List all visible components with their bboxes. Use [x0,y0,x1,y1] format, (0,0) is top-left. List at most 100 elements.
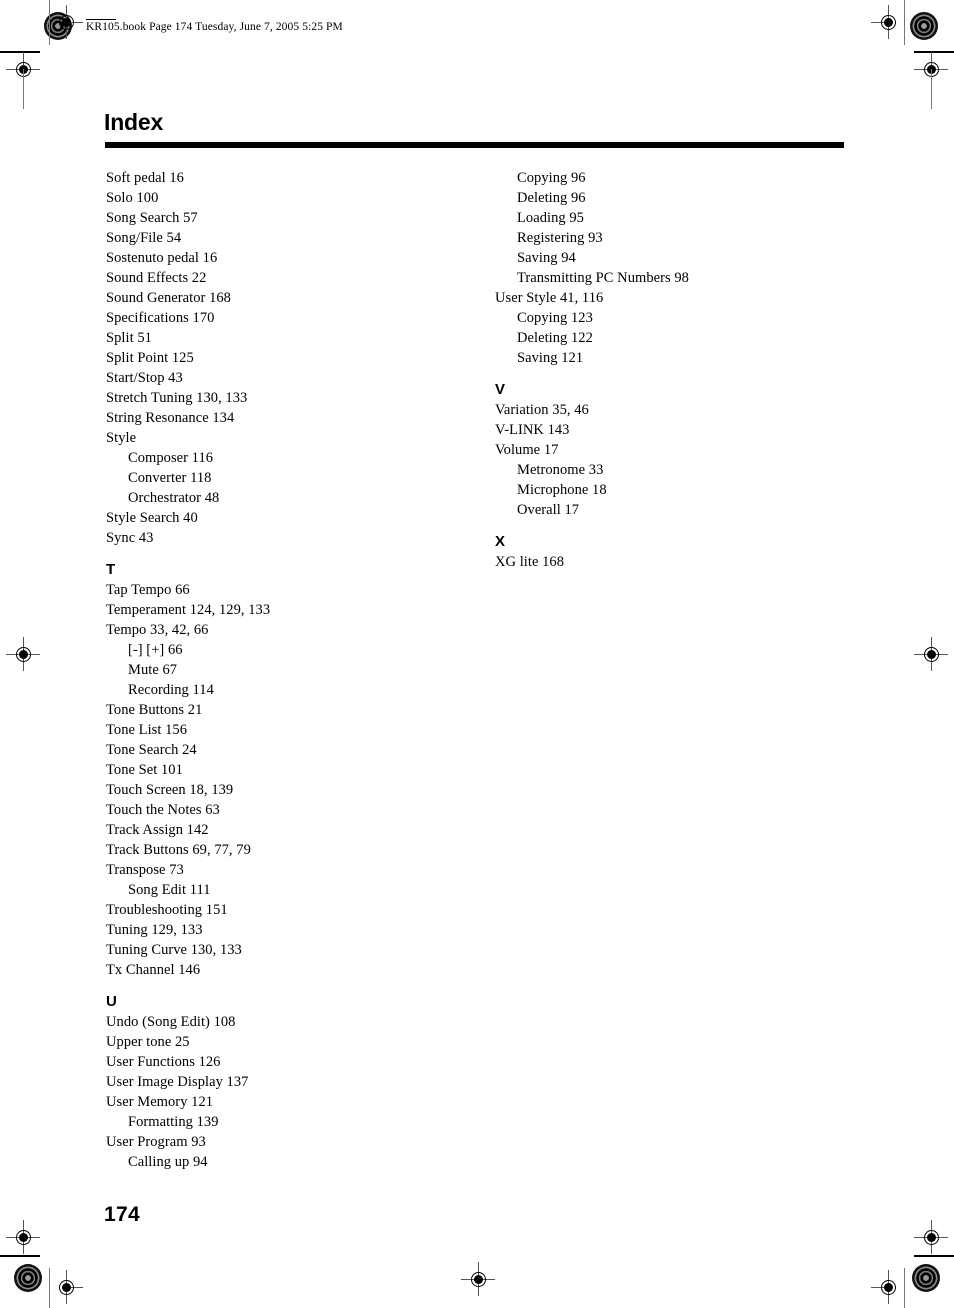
trim-bar-bottom-left [0,1255,40,1257]
index-subentry: Overall 17 [517,502,580,518]
trim-bar-top-right [914,51,954,53]
registration-target-bottom-right [912,1264,940,1292]
index-subentry: Composer 116 [128,450,214,466]
index-subentry: [-] [+] 66 [128,642,183,658]
index-entry: Tone List 156 [106,722,187,738]
index-entry: Volume 17 [495,442,559,458]
index-entry: Sound Generator 168 [106,290,231,306]
index-entry: Solo 100 [106,190,159,206]
section-letter-v: V [495,381,506,398]
index-entry: Song/File 54 [106,230,182,246]
index-entry: User Program 93 [106,1134,206,1150]
index-entry: User Functions 126 [106,1054,221,1070]
title-rule [105,142,844,148]
index-entry: Transpose 73 [106,862,184,878]
page-title: Index [104,109,164,135]
registration-crosshair-top-right [871,5,905,39]
index-entry: Tap Tempo 66 [106,582,190,598]
index-entry: Tone Search 24 [106,742,197,758]
registration-crosshair-left-middle [6,637,40,671]
index-entry: Upper tone 25 [106,1034,190,1050]
registration-crosshair-right-middle [914,637,948,671]
index-entry: XG lite 168 [495,554,565,570]
index-entry: Soft pedal 16 [106,170,184,186]
index-entry: Style [106,430,137,446]
index-column-left: Soft pedal 16 Solo 100 Song Search 57 Song/… [106,168,466,1172]
index-subentry: Copying 96 [517,170,586,186]
registration-crosshair-right-upper [914,52,948,86]
index-subentry: Orchestrator 48 [128,490,220,506]
registration-target-top-left [44,12,72,40]
index-entry: Touch Screen 18, 139 [106,782,234,798]
index-entry: Sync 43 [106,530,154,546]
index-entry: String Resonance 134 [106,410,235,426]
index-entry: User Memory 121 [106,1094,214,1110]
index-entry: User Style 41, 116 [495,290,604,306]
index-entry: User Image Display 137 [106,1074,249,1090]
index-column-right: Copying 96 Deleting 96 Loading 95 Registeri… [495,168,855,572]
index-subentry: Song Edit 111 [128,882,211,898]
index-entry: Style Search 40 [106,510,198,526]
index-entry: Sound Effects 22 [106,270,207,286]
section-letter-x: X [495,533,506,550]
index-subentry: Recording 114 [128,682,214,698]
registration-target-top-right [910,12,938,40]
registration-crosshair-top-left [49,5,83,39]
document-page: KR105.book Page 174 Tuesday, June 7, 200… [0,0,954,1308]
index-entry: Split 51 [106,330,152,346]
index-entry: Specifications 170 [106,310,215,326]
index-subentry: Converter 118 [128,470,212,486]
index-entry: Song Search 57 [106,210,198,226]
index-subentry: Metronome 33 [517,462,604,478]
index-entry: V-LINK 143 [495,422,570,438]
trim-line-top-left-vertical [49,0,50,45]
page-number: 174 [104,1203,140,1226]
index-entry: Tone Buttons 21 [106,702,203,718]
trim-bar-top-left [0,51,40,53]
registration-crosshair-bottom-right [871,1270,905,1304]
index-entry: Tx Channel 146 [106,962,201,978]
index-subentry: Transmitting PC Numbers 98 [517,270,689,286]
index-subentry: Registering 93 [517,230,603,246]
trim-bar-bottom-right [914,1255,954,1257]
index-entry: Tuning 129, 133 [106,922,203,938]
index-entry: Track Buttons 69, 77, 79 [106,842,251,858]
section-letter-t: T [106,561,116,578]
trim-line-bottom-left-vertical [49,1268,50,1308]
registration-crosshair-right-lower [914,1220,948,1254]
index-subentry: Microphone 18 [517,482,607,498]
index-subentry: Loading 95 [517,210,584,226]
index-entry: Troubleshooting 151 [106,902,228,918]
running-header: KR105.book Page 174 Tuesday, June 7, 200… [86,21,343,33]
running-header-rule [86,19,116,20]
registration-crosshair-bottom-center [461,1262,495,1296]
trim-line-left-upper [23,69,24,109]
index-subentry: Saving 121 [517,350,584,366]
index-subentry: Formatting 139 [128,1114,219,1130]
registration-crosshair-left-upper [6,52,40,86]
registration-crosshair-bottom-left [49,1270,83,1304]
section-letter-u: U [106,993,117,1010]
index-entry: Split Point 125 [106,350,194,366]
trim-line-top-right-vertical [904,0,905,45]
trim-line-right-upper [931,69,932,109]
index-entry: Tuning Curve 130, 133 [106,942,242,958]
index-subentry: Deleting 122 [517,330,593,346]
index-entry: Touch the Notes 63 [106,802,220,818]
index-subentry: Copying 123 [517,310,593,326]
index-entry: Undo (Song Edit) 108 [106,1014,236,1030]
index-entry: Temperament 124, 129, 133 [106,602,271,618]
registration-crosshair-left-lower [6,1220,40,1254]
index-subentry: Calling up 94 [128,1154,208,1170]
registration-target-bottom-left [14,1264,42,1292]
index-subentry: Deleting 96 [517,190,586,206]
index-entry: Tempo 33, 42, 66 [106,622,209,638]
index-entry: Variation 35, 46 [495,402,589,418]
index-entry: Start/Stop 43 [106,370,183,386]
index-subentry: Saving 94 [517,250,576,266]
index-entry: Tone Set 101 [106,762,183,778]
index-entry: Sostenuto pedal 16 [106,250,218,266]
index-entry: Stretch Tuning 130, 133 [106,390,248,406]
index-entry: Track Assign 142 [106,822,209,838]
index-subentry: Mute 67 [128,662,178,678]
